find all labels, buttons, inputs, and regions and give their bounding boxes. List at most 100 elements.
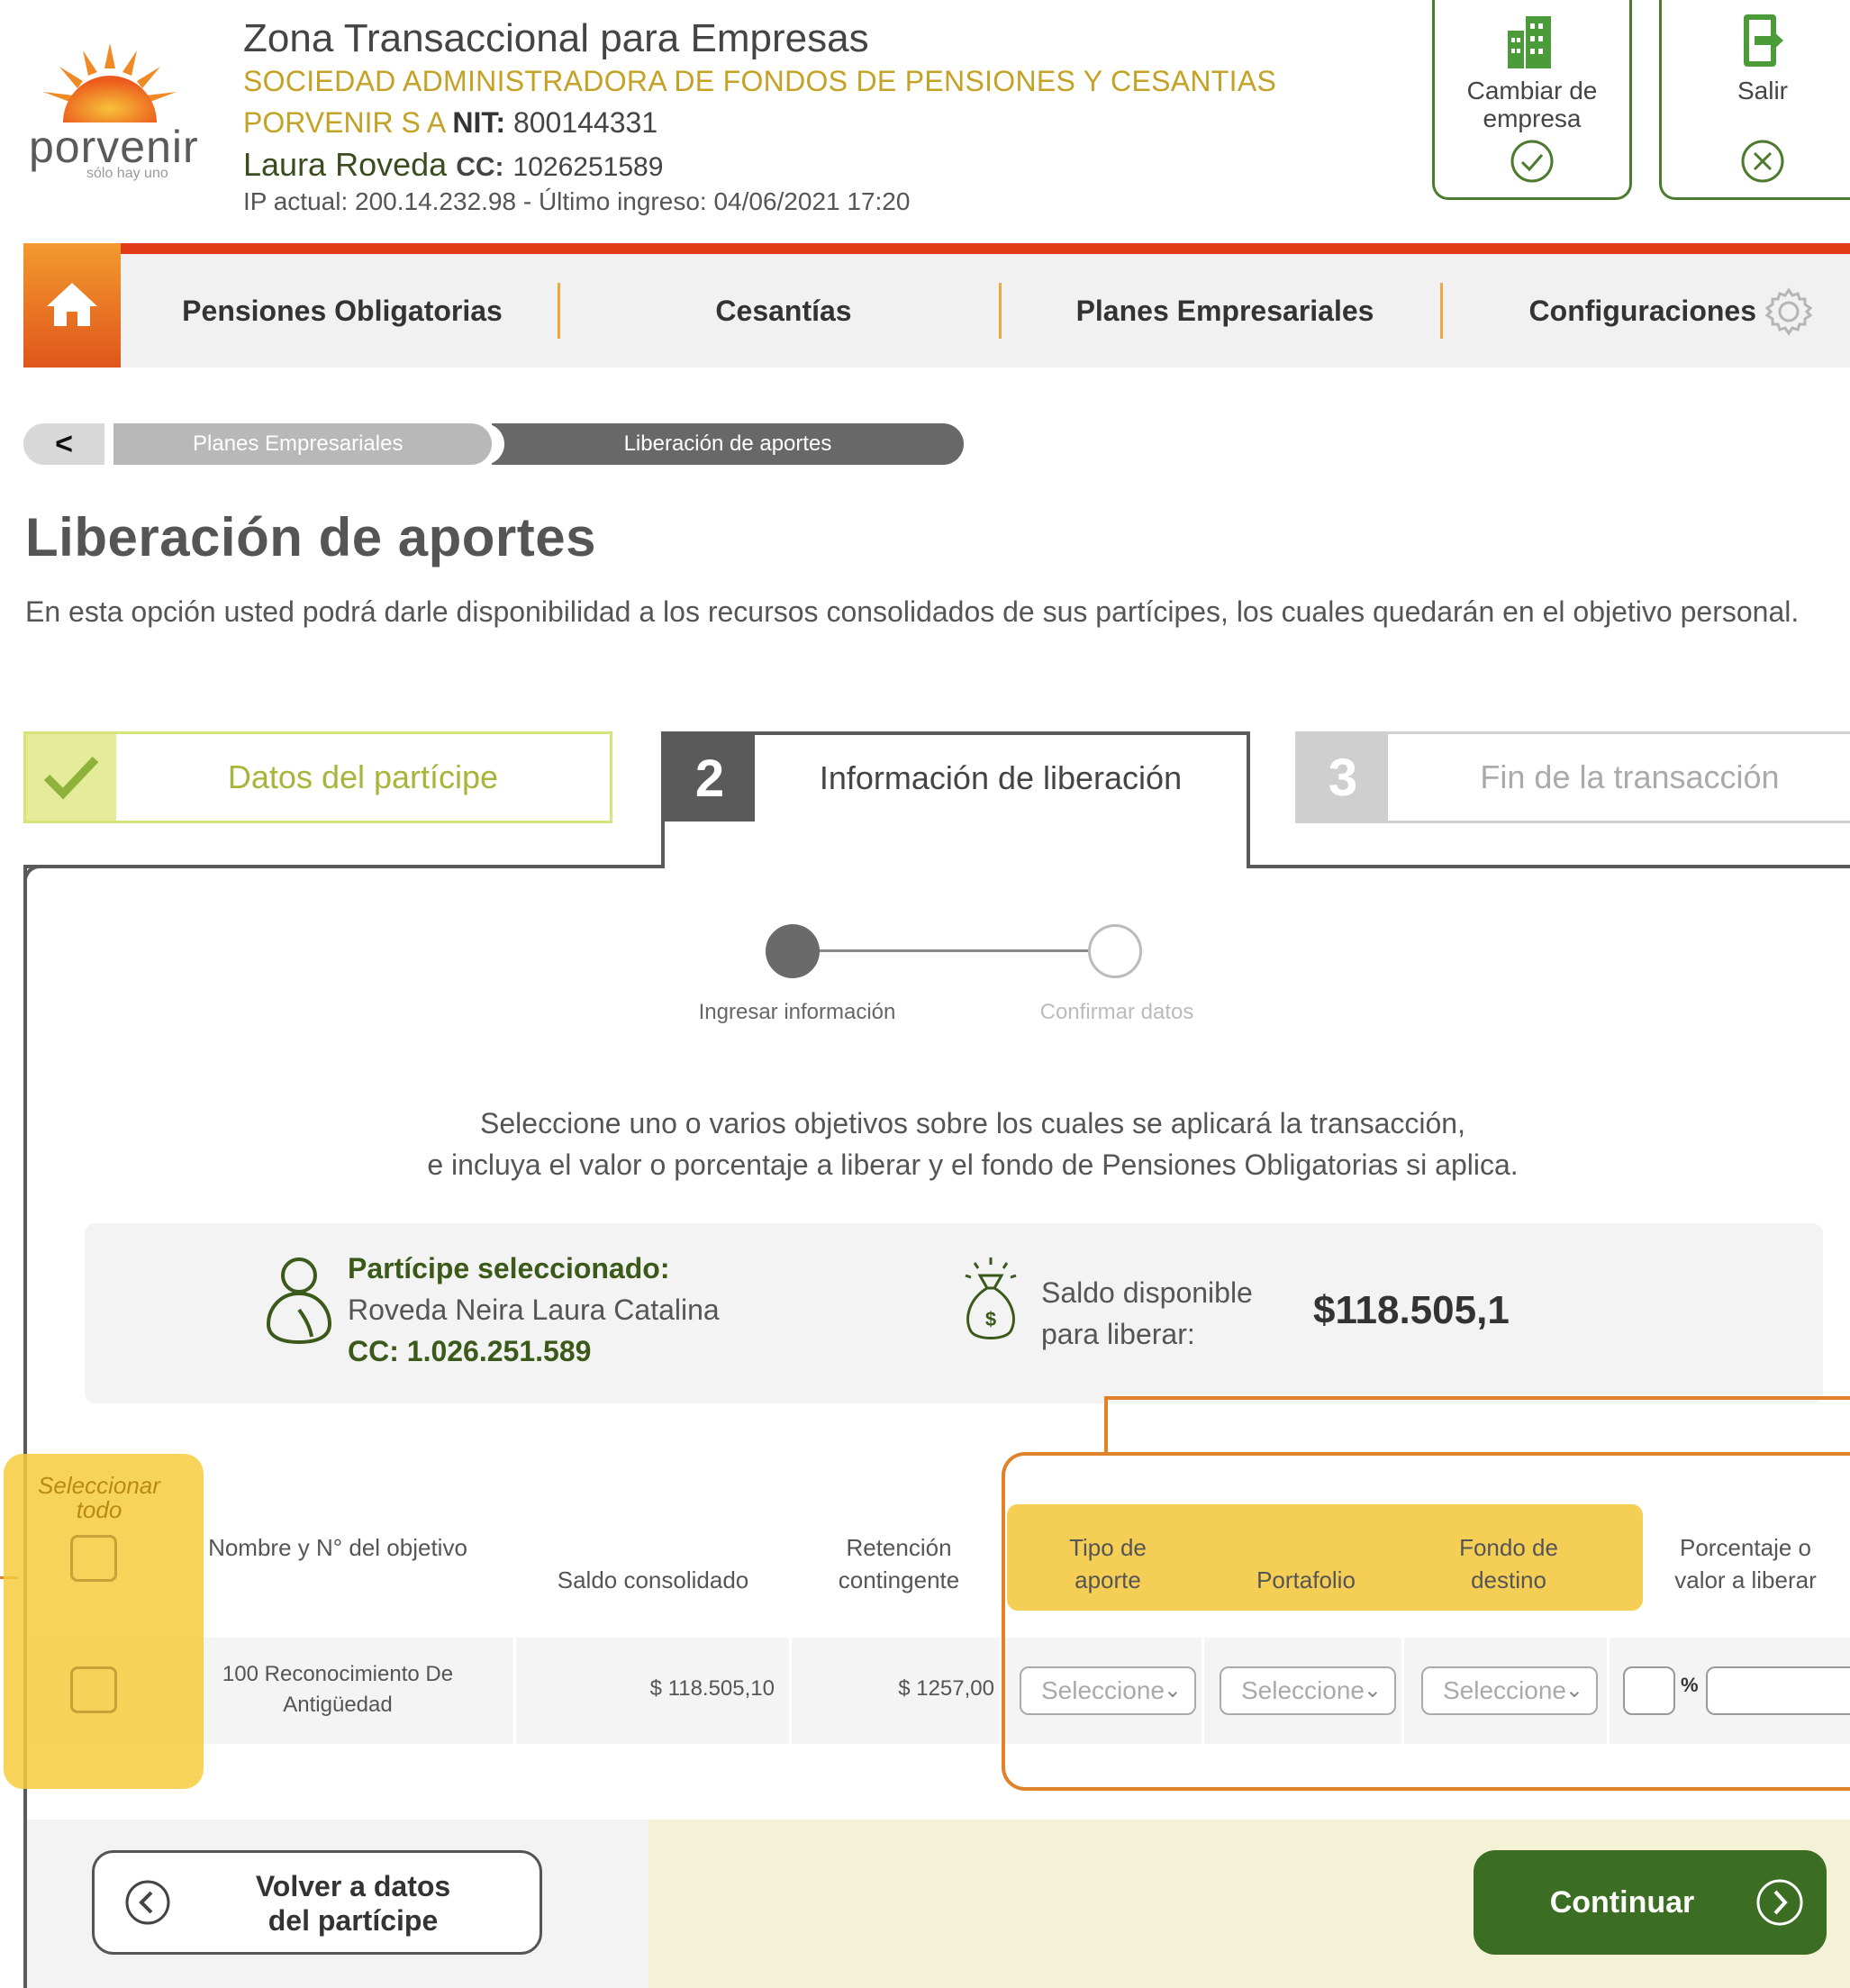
svg-text:$: $: [985, 1308, 996, 1330]
company-info: PORVENIR S A NIT: 800144331: [243, 106, 657, 140]
exit-button[interactable]: Salir: [1659, 0, 1850, 200]
participant-label: Partícipe seleccionado:: [348, 1252, 670, 1284]
fondo-destino-select[interactable]: Seleccione ⌄: [1421, 1666, 1598, 1715]
cell-nombre-line-1: 100 Reconocimiento De: [222, 1662, 454, 1686]
continue-button[interactable]: Continuar: [1474, 1850, 1827, 1955]
select-all-label: Seleccionar todo: [38, 1472, 160, 1523]
step-informacion-liberacion: 2 Información de liberación: [661, 731, 1250, 868]
highlight-outline: [1002, 1452, 1850, 1791]
header-portafolio: Portafolio: [1256, 1566, 1356, 1593]
tipo-aporte-select[interactable]: Seleccione ⌄: [1020, 1666, 1196, 1715]
nit-label: NIT:: [452, 106, 506, 139]
instructions-line-2: e incluya el valor o porcentaje a libera…: [427, 1148, 1519, 1181]
header-retencion: Retención contingente: [838, 1534, 960, 1593]
percentage-checkbox[interactable]: [1623, 1666, 1675, 1715]
panel-border: [1247, 865, 1850, 868]
nav-separator: [1440, 283, 1443, 339]
step-3-badge: 3: [1298, 734, 1388, 821]
back-to-participant-button[interactable]: Volver a datos del partícipe: [92, 1850, 542, 1955]
row-checkbox[interactable]: [70, 1666, 117, 1713]
nav-pensiones[interactable]: Pensiones Obligatorias: [144, 254, 540, 368]
exit-icon: [1744, 14, 1783, 67]
tipo-aporte-value: Seleccione: [1041, 1676, 1165, 1704]
chevron-left-circle-icon: [125, 1880, 170, 1925]
cell-separator: [513, 1638, 516, 1744]
checkmark-icon: [43, 756, 99, 800]
porvenir-logo-sun: [43, 43, 177, 123]
progress-label-confirmar: Confirmar datos: [1039, 1000, 1194, 1024]
step-1-label: Datos del partícipe: [227, 758, 499, 795]
company-name: PORVENIR S A: [243, 106, 445, 139]
user-name: Laura Roveda: [243, 146, 448, 183]
chevron-down-icon: ⌄: [1363, 1678, 1382, 1702]
header-fondo-destino: Fondo de destino: [1459, 1534, 1558, 1593]
building-icon: [1508, 16, 1551, 68]
porvenir-logo-tagline: sólo hay uno: [86, 166, 168, 181]
step-2-badge: 2: [665, 735, 755, 822]
back-button-line-1: Volver a datos: [255, 1870, 451, 1902]
participant-name: Roveda Neira Laura Catalina: [348, 1294, 720, 1326]
session-info: IP actual: 200.14.232.98 - Último ingres…: [243, 187, 911, 215]
close-circle-icon: [1741, 140, 1784, 183]
back-button-label: Volver a datos del partícipe: [176, 1869, 531, 1938]
company-subtitle: SOCIEDAD ADMINISTRADORA DE FONDOS DE PEN…: [243, 65, 1277, 97]
money-bag-icon: $: [965, 1257, 1017, 1339]
user-info: Laura Roveda CC: 1026251589: [243, 146, 663, 184]
nav-separator: [999, 283, 1002, 339]
balance-value: $118.505,1: [1313, 1288, 1510, 1332]
progress-dot-pending: [1088, 924, 1142, 978]
nav-accent-line: [23, 243, 1850, 254]
balance-label-line-1: Saldo disponible: [1041, 1276, 1253, 1309]
breadcrumb-back-button[interactable]: <: [23, 423, 104, 465]
page-title: Liberación de aportes: [25, 507, 596, 567]
portafolio-select[interactable]: Seleccione ⌄: [1220, 1666, 1396, 1715]
chevron-right-circle-icon: [1756, 1879, 1803, 1926]
back-button-line-2: del partícipe: [268, 1904, 439, 1937]
change-company-label: Cambiar de empresa: [1466, 77, 1598, 132]
breadcrumb-planes-empresariales[interactable]: Planes Empresariales: [113, 423, 492, 465]
percent-sign: %: [1681, 1674, 1699, 1696]
header-nombre: Nombre y N° del objetivo: [208, 1534, 467, 1561]
home-button[interactable]: [23, 243, 121, 368]
value-input[interactable]: [1706, 1666, 1850, 1715]
cell-separator: [789, 1638, 792, 1744]
continue-label: Continuar: [1549, 1885, 1695, 1920]
home-icon: [47, 283, 97, 326]
step-1-badge: [26, 734, 116, 821]
instructions-line-1: Seleccione uno o varios objetivos sobre …: [480, 1107, 1465, 1139]
nit-value: 800144331: [512, 106, 658, 139]
gear-icon[interactable]: [1764, 286, 1814, 337]
progress-line: [793, 949, 1117, 952]
step-3-label: Fin de la transacción: [1480, 758, 1780, 795]
balance-label: Saldo disponible para liberar:: [1041, 1272, 1253, 1355]
participant-summary: [85, 1223, 1823, 1403]
balance-label-line-2: para liberar:: [1041, 1318, 1195, 1350]
cell-nombre-line-2: Antigüedad: [283, 1693, 393, 1717]
header-saldo: Saldo consolidado: [557, 1566, 749, 1593]
chevron-down-icon: ⌄: [1163, 1678, 1182, 1702]
nav-separator: [558, 283, 560, 339]
page-description: En esta opción usted podrá darle disponi…: [25, 595, 1800, 628]
change-company-button[interactable]: Cambiar de empresa: [1432, 0, 1632, 200]
cell-nombre: 100 Reconocimiento De Antigüedad: [180, 1659, 495, 1720]
nav-planes-empresariales[interactable]: Planes Empresariales: [1018, 254, 1432, 368]
nav-cesantias[interactable]: Cesantías: [576, 254, 991, 368]
nav-configuraciones[interactable]: Configuraciones: [1477, 254, 1756, 368]
progress-label-ingresar: Ingresar información: [698, 1000, 896, 1024]
header-porcentaje: Porcentaje o valor a liberar: [1674, 1534, 1817, 1593]
instructions: Seleccione uno o varios objetivos sobre …: [234, 1103, 1711, 1185]
fondo-destino-value: Seleccione: [1443, 1676, 1566, 1704]
portafolio-value: Seleccione: [1241, 1676, 1365, 1704]
cc-value: 1026251589: [512, 152, 664, 182]
breadcrumb-current: Liberación de aportes: [492, 423, 964, 465]
cell-retencion: $ 1257,00: [898, 1676, 994, 1701]
chevron-down-icon: ⌄: [1564, 1678, 1583, 1702]
panel-border: [23, 865, 665, 868]
step-datos-participe[interactable]: Datos del partícipe: [23, 731, 612, 823]
select-all-checkbox[interactable]: [70, 1535, 117, 1582]
step-fin-transaccion: 3 Fin de la transacción: [1295, 731, 1850, 823]
highlight-outline: [1104, 1396, 1850, 1452]
header-tipo-aporte: Tipo de aporte: [1069, 1534, 1147, 1593]
participant-cc: CC: 1.026.251.589: [348, 1335, 592, 1367]
step-2-label: Información de liberación: [819, 759, 1183, 796]
